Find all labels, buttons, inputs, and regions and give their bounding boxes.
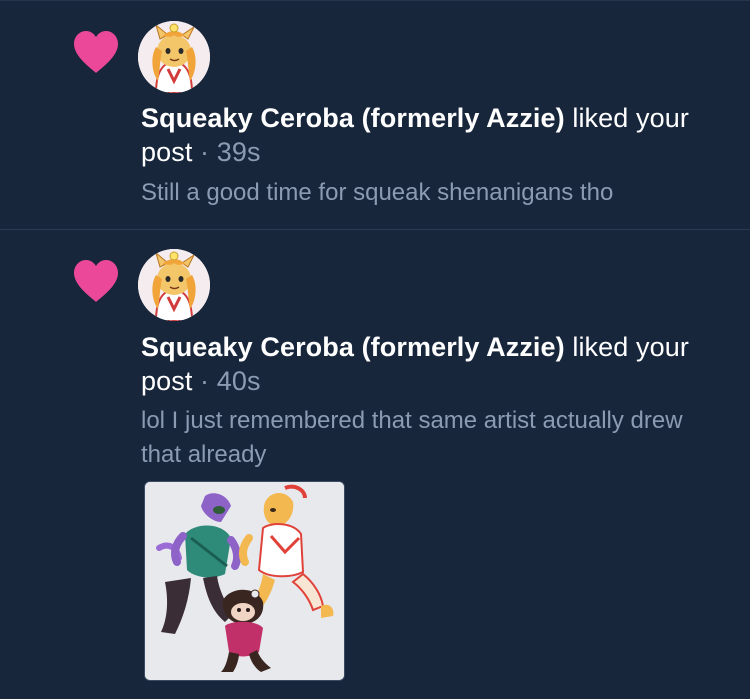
timestamp[interactable]: 39s xyxy=(217,137,261,167)
notification-text: Squeaky Ceroba (formerly Azzie) liked yo… xyxy=(141,330,720,398)
user-name-link[interactable]: Squeaky Ceroba (formerly Azzie) xyxy=(141,332,565,362)
avatar[interactable] xyxy=(138,21,210,93)
avatar-image xyxy=(138,21,210,93)
action-text: liked xyxy=(572,332,629,362)
heart-icon xyxy=(74,31,118,73)
notification-feed: Squeaky Ceroba (formerly Azzie) liked yo… xyxy=(0,0,750,699)
notification-item[interactable]: Squeaky Ceroba (formerly Azzie) liked yo… xyxy=(0,229,750,699)
timestamp[interactable]: 40s xyxy=(217,366,261,396)
notification-text: Squeaky Ceroba (formerly Azzie) liked yo… xyxy=(141,101,720,169)
notification-item[interactable]: Squeaky Ceroba (formerly Azzie) liked yo… xyxy=(0,0,750,230)
post-snippet[interactable]: lol I just remembered that same artist a… xyxy=(141,404,710,472)
action-text: liked xyxy=(572,103,629,133)
post-image-thumbnail[interactable] xyxy=(144,481,345,681)
post-snippet[interactable]: Still a good time for squeak shenanigans… xyxy=(141,176,710,210)
separator: · xyxy=(200,137,210,167)
avatar-image xyxy=(138,249,210,321)
avatar[interactable] xyxy=(138,249,210,321)
separator: · xyxy=(200,366,210,396)
user-name-link[interactable]: Squeaky Ceroba (formerly Azzie) xyxy=(141,103,565,133)
heart-icon xyxy=(74,260,118,302)
artwork-image xyxy=(145,482,344,680)
